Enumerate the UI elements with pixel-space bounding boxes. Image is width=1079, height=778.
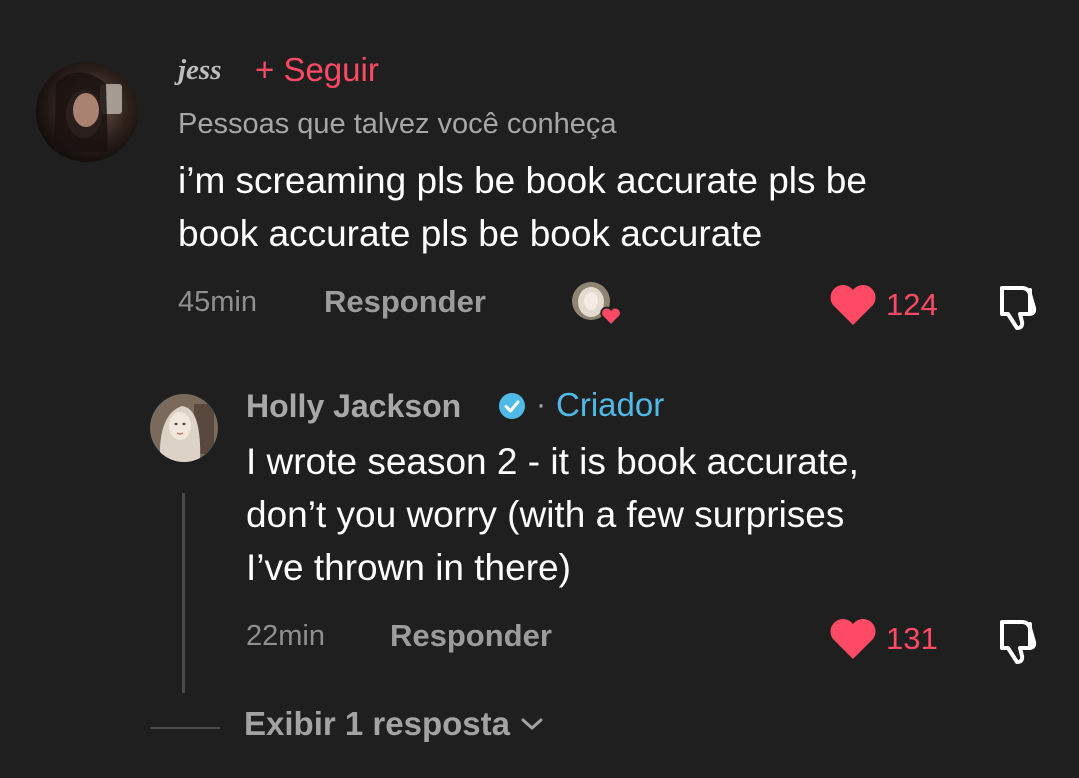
liked-by-creator-indicator — [572, 282, 622, 326]
thumbs-down-icon[interactable] — [992, 282, 1042, 332]
like-count: 131 — [886, 621, 938, 656]
reply-author-name[interactable]: Holly Jackson — [246, 388, 461, 425]
comment-username[interactable]: jess — [178, 54, 222, 87]
verified-badge-icon — [499, 393, 525, 419]
avatar-holly-jackson[interactable] — [150, 394, 218, 462]
reply-button[interactable]: Responder — [390, 618, 552, 654]
divider — [150, 727, 220, 729]
heart-icon — [600, 306, 622, 326]
avatar-jess[interactable] — [36, 62, 138, 162]
reply-button[interactable]: Responder — [324, 284, 486, 320]
like-count: 124 — [886, 287, 938, 322]
thread-line — [182, 493, 185, 693]
reply-text: I wrote season 2 - it is book accurate, … — [246, 441, 859, 588]
view-replies-button[interactable]: Exibir 1 resposta — [244, 705, 544, 743]
comment-text: i’m screaming pls be book accurate pls b… — [178, 160, 867, 254]
suggestion-subtext: Pessoas que talvez você conheça — [178, 108, 617, 140]
thumbs-down-icon[interactable] — [992, 616, 1042, 666]
creator-badge: Criador — [556, 386, 665, 423]
separator-dot: · — [536, 388, 546, 421]
view-replies-label: Exibir 1 resposta — [244, 705, 510, 742]
heart-icon[interactable] — [829, 616, 877, 660]
reply-time: 22min — [246, 620, 325, 652]
follow-button[interactable]: + Seguir — [255, 51, 379, 89]
comment-time: 45min — [178, 286, 257, 318]
heart-icon[interactable] — [829, 282, 877, 326]
chevron-down-icon — [521, 718, 543, 730]
